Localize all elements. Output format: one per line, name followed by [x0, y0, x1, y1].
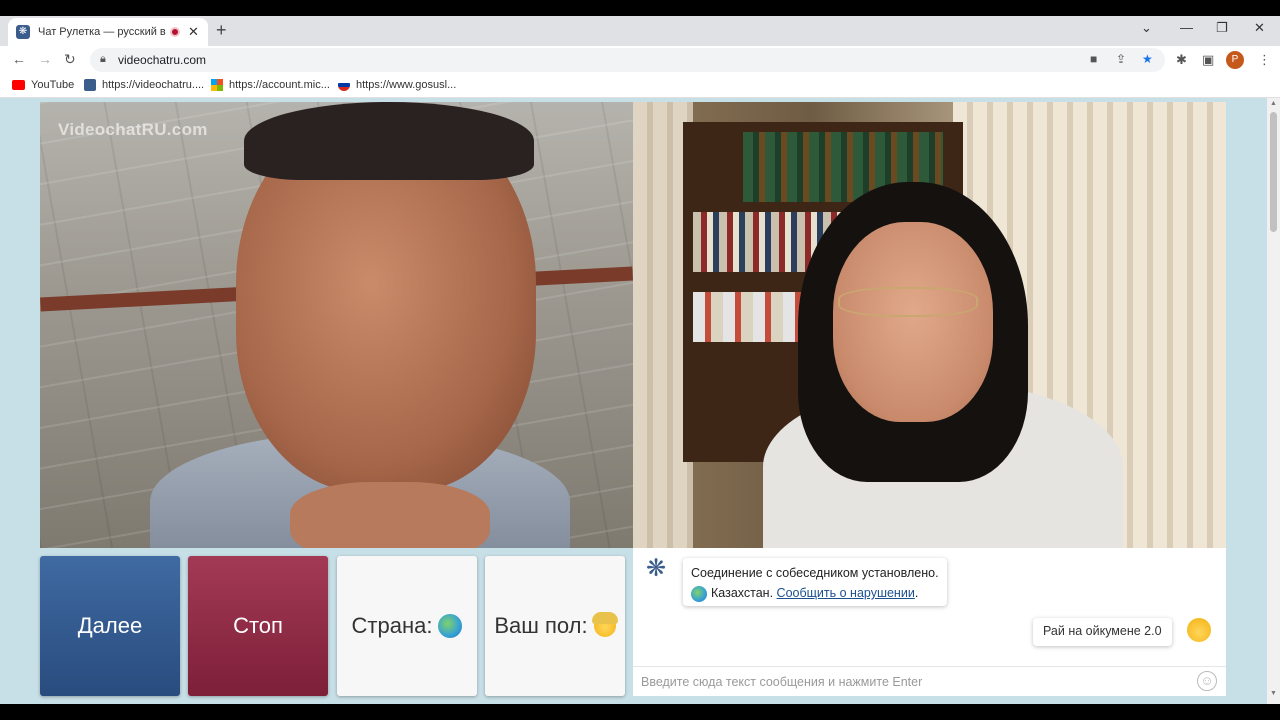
extensions-icon[interactable]: ✱	[1176, 52, 1187, 68]
female-face-icon	[591, 612, 618, 637]
forward-icon[interactable]: →	[38, 51, 52, 67]
gender-select-button[interactable]: Ваш пол:	[485, 556, 625, 696]
back-icon[interactable]: ←	[12, 51, 26, 67]
profile-avatar[interactable]: P	[1226, 51, 1244, 69]
window-close-icon[interactable]: ✕	[1254, 20, 1265, 36]
videochatru-logo-icon: ❋	[645, 555, 667, 582]
tab-strip: ❋ Чат Рулетка — русский видео ✕ + ⌄ — ❐ …	[0, 16, 1280, 46]
next-button[interactable]: Далее	[40, 556, 180, 696]
videochatru-favicon-icon: ❋	[16, 25, 30, 39]
bookmark-youtube[interactable]: YouTube	[12, 79, 74, 91]
partner-video: VideochatRU.com	[40, 102, 633, 548]
country-select-button[interactable]: Страна:	[337, 556, 477, 696]
side-panel-icon[interactable]: ▣	[1202, 52, 1214, 68]
bookmark-star-icon[interactable]: ★	[1142, 52, 1153, 66]
tab-title: Чат Рулетка — русский видео	[38, 26, 166, 38]
scroll-down-icon[interactable]: ▼	[1270, 690, 1277, 697]
stop-button[interactable]: Стоп	[188, 556, 328, 696]
browser-tab[interactable]: ❋ Чат Рулетка — русский видео ✕	[8, 18, 208, 46]
bookmark-label: YouTube	[31, 79, 75, 91]
connection-status-text: Соединение с собеседником установлено.	[691, 566, 939, 580]
recording-indicator-icon	[170, 27, 180, 37]
scrollbar-thumb[interactable]	[1270, 112, 1277, 232]
bookmark-label: https://www.gosusl...	[356, 79, 457, 91]
gender-button-label: Ваш пол:	[494, 613, 588, 638]
user-avatar	[1187, 618, 1211, 642]
emoji-picker-icon[interactable]: ☺	[1197, 671, 1217, 691]
bookmark-gosuslugi[interactable]: https://www.gosusl...	[338, 79, 456, 91]
new-tab-icon[interactable]: +	[216, 20, 227, 41]
bookmark-label: https://videochatru....	[102, 79, 205, 91]
next-button-label: Далее	[77, 613, 143, 638]
scroll-up-icon[interactable]: ▲	[1270, 100, 1277, 107]
youtube-icon	[12, 80, 25, 90]
microsoft-icon	[211, 79, 223, 91]
page-scrollbar[interactable]: ▲ ▼	[1267, 98, 1280, 704]
chat-input-area: ☺	[633, 666, 1226, 696]
close-tab-icon[interactable]: ✕	[188, 24, 199, 40]
person-glasses	[838, 287, 978, 317]
country-button-label: Страна:	[351, 613, 433, 638]
address-bar[interactable]: 🔒︎ videochatru.com ■ ⇪ ★	[90, 48, 1165, 72]
share-icon[interactable]: ⇪	[1116, 52, 1126, 66]
bookmark-videochatru[interactable]: https://videochatru....	[84, 79, 204, 91]
letterbox-bottom	[0, 704, 1280, 720]
chat-panel: ❋ Соединение с собеседником установлено.…	[633, 548, 1226, 696]
period-text: .	[914, 586, 919, 600]
bookmark-microsoft[interactable]: https://account.mic...	[211, 79, 330, 91]
report-abuse-link[interactable]: Сообщить о нарушении	[777, 586, 915, 600]
gosuslugi-icon	[338, 79, 350, 91]
reload-icon[interactable]: ↻	[64, 51, 76, 68]
globe-icon	[691, 585, 707, 602]
letterbox-top	[0, 0, 1280, 16]
partner-country: Казахстан.	[711, 586, 774, 600]
tab-search-icon[interactable]: ⌄	[1141, 20, 1152, 36]
partner-country-line: Казахстан. Сообщить о нарушении.	[691, 583, 939, 603]
videochat-watermark: VideochatRU.com	[58, 120, 208, 139]
chat-message-input[interactable]	[641, 673, 1181, 691]
self-video	[633, 102, 1226, 548]
partner-hair	[244, 102, 534, 180]
lock-icon[interactable]: 🔒︎	[100, 53, 106, 66]
camera-icon[interactable]: ■	[1090, 52, 1097, 66]
url-text: videochatru.com	[118, 53, 207, 67]
globe-icon	[438, 614, 463, 638]
bookmarks-bar: YouTube https://videochatru.... https://…	[0, 74, 1280, 98]
person-face	[833, 222, 993, 422]
videochatru-icon	[84, 79, 96, 91]
navigation-bar: ← → ↻ 🔒︎ videochatru.com ■ ⇪ ★ ✱ ▣ P ⋮	[0, 46, 1280, 74]
user-message: Рай на ойкумене 2.0	[1033, 618, 1172, 646]
minimize-icon[interactable]: —	[1180, 20, 1193, 35]
bookmark-label: https://account.mic...	[229, 79, 330, 91]
partner-hand	[290, 482, 490, 548]
restore-icon[interactable]: ❐	[1216, 20, 1228, 36]
menu-icon[interactable]: ⋮	[1258, 52, 1271, 68]
system-message: Соединение с собеседником установлено. К…	[683, 558, 947, 606]
stop-button-label: Стоп	[233, 613, 283, 638]
